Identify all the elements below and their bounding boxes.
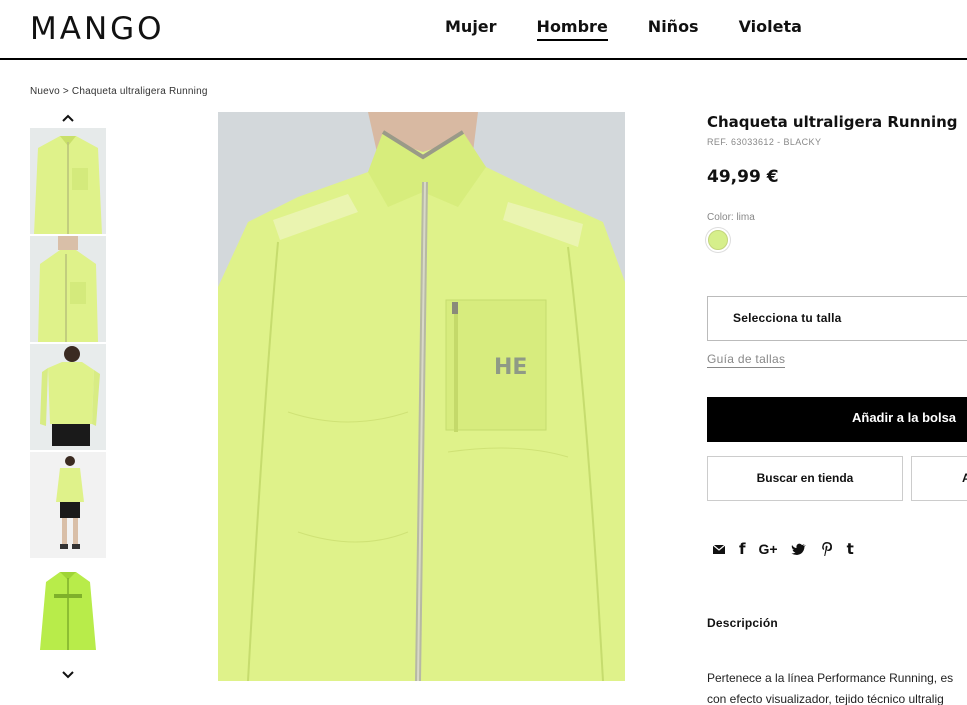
nav-hombre[interactable]: Hombre bbox=[536, 17, 608, 41]
find-in-store-button[interactable]: Buscar en tienda bbox=[707, 456, 903, 501]
add-to-bag-button[interactable]: Añadir a la bolsa bbox=[707, 397, 967, 442]
twitter-icon[interactable] bbox=[791, 540, 807, 558]
description-line-1: Pertenece a la línea Performance Running… bbox=[707, 671, 954, 685]
mango-logo[interactable]: MANGO bbox=[30, 12, 165, 46]
add-to-bag-label: Añadir a la bolsa bbox=[852, 410, 957, 425]
size-guide-link[interactable]: Guía de tallas bbox=[707, 352, 786, 368]
svg-text:HE: HE bbox=[494, 355, 527, 380]
thumbnail-5[interactable] bbox=[30, 560, 106, 666]
chevron-down-icon[interactable] bbox=[61, 670, 75, 680]
nav-mujer[interactable]: Mujer bbox=[445, 17, 497, 41]
find-in-store-label: Buscar en tienda bbox=[756, 471, 854, 485]
size-select-label: Selecciona tu talla bbox=[733, 311, 842, 325]
facebook-icon[interactable]: f bbox=[739, 540, 746, 558]
description-title[interactable]: Descripción bbox=[707, 616, 778, 630]
thumbnail-4[interactable] bbox=[30, 452, 106, 558]
size-select[interactable]: Selecciona tu talla bbox=[707, 296, 967, 341]
nav-violeta[interactable]: Violeta bbox=[739, 17, 802, 41]
product-info: Chaqueta ultraligera Running REF. 630336… bbox=[707, 112, 967, 250]
color-swatch-lima[interactable] bbox=[708, 230, 728, 250]
pinterest-icon[interactable] bbox=[820, 540, 834, 558]
product-ref: REF. 63033612 - BLACKY bbox=[707, 137, 822, 147]
description-line-2: con efecto visualizador, tejido técnico … bbox=[707, 692, 944, 705]
tumblr-icon[interactable]: t bbox=[847, 540, 854, 558]
description-text: Pertenece a la línea Performance Running… bbox=[707, 668, 967, 705]
product-price: 49,99 € bbox=[707, 167, 779, 187]
main-nav: Mujer Hombre Niños Violeta bbox=[445, 17, 842, 41]
google-plus-icon[interactable]: G+ bbox=[759, 540, 778, 558]
share-icons: f G+ t bbox=[712, 540, 867, 558]
thumbnail-list bbox=[30, 128, 106, 668]
secondary-button-label: A bbox=[962, 471, 967, 485]
site-header: MANGO Mujer Hombre Niños Violeta bbox=[0, 0, 967, 60]
secondary-button[interactable]: A bbox=[911, 456, 967, 501]
chevron-up-icon[interactable] bbox=[61, 113, 75, 123]
thumbnail-2[interactable] bbox=[30, 236, 106, 342]
color-label: Color: lima bbox=[707, 212, 755, 223]
product-title: Chaqueta ultraligera Running bbox=[707, 113, 958, 131]
thumbnail-3[interactable] bbox=[30, 344, 106, 450]
breadcrumb[interactable]: Nuevo > Chaqueta ultraligera Running bbox=[30, 86, 208, 97]
thumbnail-1[interactable] bbox=[30, 128, 106, 234]
main-product-image[interactable]: HE bbox=[218, 112, 625, 681]
nav-ninos[interactable]: Niños bbox=[648, 17, 699, 41]
mail-icon[interactable] bbox=[712, 540, 726, 558]
